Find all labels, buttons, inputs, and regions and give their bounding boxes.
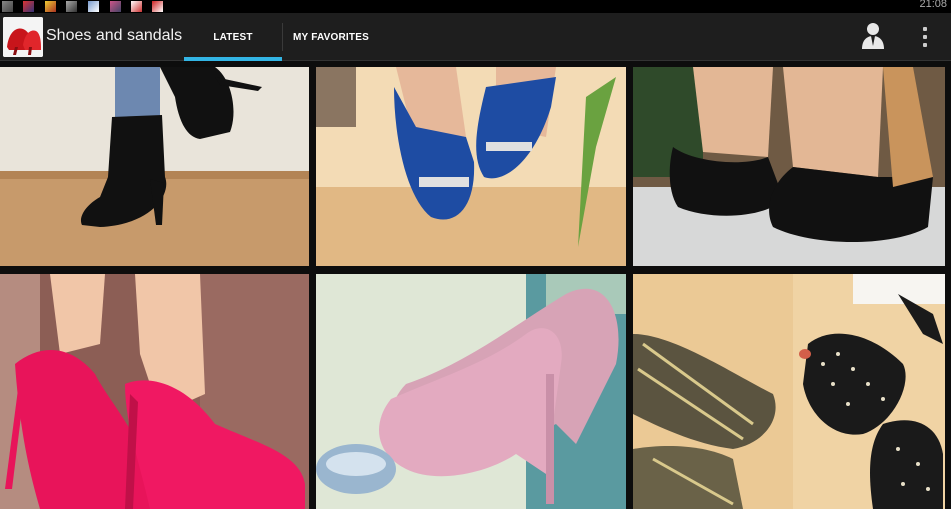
pink-glitter-platform-heels-photo[interactable] (316, 274, 626, 509)
action-bar: Shoes and sandals LATEST MY FAVORITES (0, 13, 951, 61)
notification-thumb-icon (131, 1, 142, 12)
overflow-menu-icon[interactable] (915, 24, 935, 50)
tab-my-favorites[interactable]: MY FAVORITES (283, 13, 379, 61)
black-wedge-sandals-photo[interactable] (633, 67, 945, 266)
pink-suede-pumps-photo[interactable] (0, 274, 309, 509)
black-ankle-boot-photo[interactable] (0, 67, 309, 266)
person-icon[interactable] (856, 19, 890, 53)
zebra-studded-heels-photo[interactable] (633, 274, 945, 509)
notification-thumb-icon (88, 1, 99, 12)
notification-thumb-icon (23, 1, 34, 12)
notification-thumb-icon (152, 1, 163, 12)
app-title: Shoes and sandals (46, 27, 183, 44)
notification-thumb-icon (45, 1, 56, 12)
blue-peep-toe-flats-photo[interactable] (316, 67, 626, 266)
status-bar: 21:08 (0, 0, 951, 13)
notification-thumb-icon (66, 1, 77, 12)
notification-thumb-icon (2, 1, 13, 12)
tab-latest[interactable]: LATEST (184, 13, 282, 61)
tab-my-favorites-label: MY FAVORITES (293, 31, 369, 43)
status-clock: 21:08 (919, 0, 947, 10)
tab-latest-label: LATEST (213, 31, 253, 43)
notification-thumb-icon (110, 1, 121, 12)
red-high-heel-icon[interactable] (3, 17, 43, 57)
shoe-gallery-grid (0, 61, 951, 509)
